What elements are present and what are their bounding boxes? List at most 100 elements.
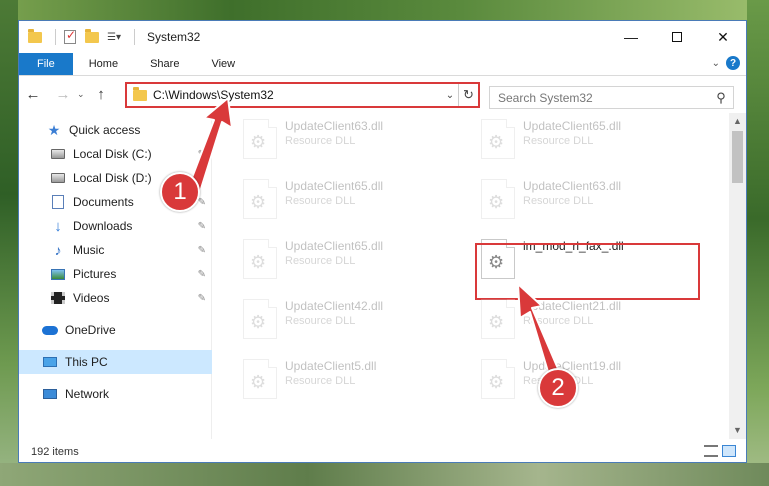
expand-ribbon-icon[interactable]: ⌄ xyxy=(712,58,720,69)
dll-file-icon: ⚙ xyxy=(481,119,515,159)
file-item[interactable]: ⚙ UpdateClient65.dll Resource DLL xyxy=(243,179,383,229)
file-item[interactable]: ⚙ UpdateClient5.dll Resource DLL xyxy=(243,359,376,409)
desktop-background-bottom xyxy=(0,463,769,486)
pin-icon: ✎ xyxy=(197,172,206,184)
close-icon: ✕ xyxy=(717,28,729,45)
file-type: Resource DLL xyxy=(523,315,594,327)
pin-icon: ✎ xyxy=(197,268,206,280)
computer-icon xyxy=(41,354,59,370)
file-item[interactable]: ⚙ UpdateClient63.dll Resource DLL xyxy=(243,119,383,169)
star-icon: ★ xyxy=(47,121,61,138)
window-title: System32 xyxy=(147,30,201,44)
new-folder-icon[interactable] xyxy=(84,28,100,45)
videos-icon xyxy=(49,290,67,306)
recent-locations-button[interactable]: ⌄ xyxy=(77,89,91,100)
refresh-button[interactable]: ↻ xyxy=(458,84,478,106)
scroll-thumb[interactable] xyxy=(732,131,743,183)
desktop-background-top xyxy=(0,0,769,20)
dll-file-icon: ⚙ xyxy=(481,299,515,339)
minimize-icon: — xyxy=(624,29,638,45)
sidebar-item-videos[interactable]: Videos ✎ xyxy=(19,287,212,309)
tab-file[interactable]: File xyxy=(19,53,73,75)
back-button[interactable]: ← xyxy=(23,86,43,103)
view-switcher xyxy=(704,445,736,457)
sidebar-item-pictures[interactable]: Pictures ✎ xyxy=(19,263,212,285)
details-view-icon[interactable] xyxy=(704,445,718,457)
pin-icon: ✎ xyxy=(197,292,206,304)
vertical-scrollbar[interactable]: ▲ ▼ xyxy=(729,113,746,439)
ribbon-controls: ⌄ ? xyxy=(712,56,740,70)
file-name: UpdateClient63.dll xyxy=(523,179,622,193)
sidebar-item-label: Quick access xyxy=(69,123,141,137)
address-dropdown-icon[interactable]: ⌄ xyxy=(442,90,458,101)
close-button[interactable]: ✕ xyxy=(700,21,746,53)
sidebar-item-label: Downloads xyxy=(73,219,133,233)
cloud-icon xyxy=(41,322,59,338)
folder-icon xyxy=(133,86,147,101)
file-list: ⚙ UpdateClient63.dll Resource DLL ⚙ Updat… xyxy=(213,113,728,439)
status-bar: 192 items xyxy=(19,441,746,463)
sidebar-item-label: Local Disk (C:) xyxy=(73,147,152,161)
help-icon[interactable]: ? xyxy=(726,56,740,70)
file-item[interactable]: ⚙ UpdateClient21.dll Resource DLL xyxy=(481,299,621,349)
file-name: UpdateClient65.dll xyxy=(285,179,384,193)
pin-icon: ✎ xyxy=(197,244,206,256)
sidebar-item-quick-access[interactable]: ★ Quick access xyxy=(19,119,212,141)
search-icon[interactable]: ⚲ xyxy=(709,90,733,106)
scroll-down-icon[interactable]: ▼ xyxy=(729,422,746,439)
sidebar-item-this-pc[interactable]: This PC xyxy=(19,350,212,374)
sidebar-item-onedrive[interactable]: OneDrive xyxy=(19,319,212,341)
documents-icon xyxy=(49,194,67,210)
tab-share[interactable]: Share xyxy=(134,53,195,75)
maximize-icon xyxy=(672,32,682,42)
sidebar-item-label: Music xyxy=(73,243,105,257)
file-type: Resource DLL xyxy=(285,255,356,267)
search-input[interactable] xyxy=(498,90,709,105)
sidebar-item-label: Local Disk (D:) xyxy=(73,171,152,185)
drive-icon xyxy=(49,146,67,162)
divider xyxy=(134,29,135,45)
file-item[interactable]: ⚙ UpdateClient42.dll Resource DLL xyxy=(243,299,383,349)
minimize-button[interactable]: — xyxy=(608,21,654,53)
dll-file-icon: ⚙ xyxy=(243,359,277,399)
tab-home[interactable]: Home xyxy=(73,53,134,75)
sidebar-item-network[interactable]: Network xyxy=(19,383,212,405)
sidebar-item-label: Pictures xyxy=(73,267,117,281)
file-type: Resource DLL xyxy=(285,195,356,207)
file-type: Resource DLL xyxy=(523,135,594,147)
music-icon: ♪ xyxy=(54,242,62,258)
sidebar-item-label: OneDrive xyxy=(65,323,116,337)
item-count: 192 items xyxy=(31,446,79,458)
file-type: Resource DLL xyxy=(285,135,356,147)
scroll-up-icon[interactable]: ▲ xyxy=(729,113,746,130)
file-item[interactable]: ⚙ UpdateClient63.dll Resource DLL xyxy=(481,179,621,229)
sidebar-item-downloads[interactable]: ↓ Downloads ✎ xyxy=(19,215,212,237)
customize-quick-access-icon[interactable]: ☰▾ xyxy=(106,29,122,45)
properties-icon[interactable] xyxy=(62,28,78,45)
navigation-bar: ← → ⌄ ↑ C:\Windows\System32 ⌄ ↻ ⚲ xyxy=(19,76,746,113)
up-button[interactable]: ↑ xyxy=(91,86,111,103)
tab-view[interactable]: View xyxy=(195,53,251,75)
file-name: UpdateClient19.dll xyxy=(523,359,622,373)
file-name: UpdateClient65.dll xyxy=(285,239,384,253)
forward-button[interactable]: → xyxy=(53,86,73,103)
file-name: UpdateClient63.dll xyxy=(285,119,384,133)
sidebar-item-label: Videos xyxy=(73,291,110,305)
sidebar-item-local-disk-c[interactable]: Local Disk (C:) ✎ xyxy=(19,143,212,165)
file-item[interactable]: ⚙ UpdateClient65.dll Resource DLL xyxy=(243,239,383,289)
search-box[interactable]: ⚲ xyxy=(489,86,734,109)
large-icons-view-icon[interactable] xyxy=(722,445,736,457)
dll-file-icon: ⚙ xyxy=(243,119,277,159)
sidebar-item-music[interactable]: ♪ Music ✎ xyxy=(19,239,212,261)
download-icon: ↓ xyxy=(54,217,62,235)
dll-file-icon: ⚙ xyxy=(481,359,515,399)
address-path[interactable]: C:\Windows\System32 xyxy=(153,88,442,102)
sidebar-item-label: Network xyxy=(65,387,110,401)
address-bar[interactable]: C:\Windows\System32 ⌄ ↻ xyxy=(125,82,480,108)
file-type: Resource DLL xyxy=(285,315,356,327)
maximize-button[interactable] xyxy=(654,21,700,53)
step-1-badge: 1 xyxy=(160,172,200,212)
file-item[interactable]: ⚙ UpdateClient65.dll Resource DLL xyxy=(481,119,621,169)
step-2-badge: 2 xyxy=(538,368,578,408)
title-bar: ☰▾ System32 — ✕ xyxy=(19,21,746,53)
